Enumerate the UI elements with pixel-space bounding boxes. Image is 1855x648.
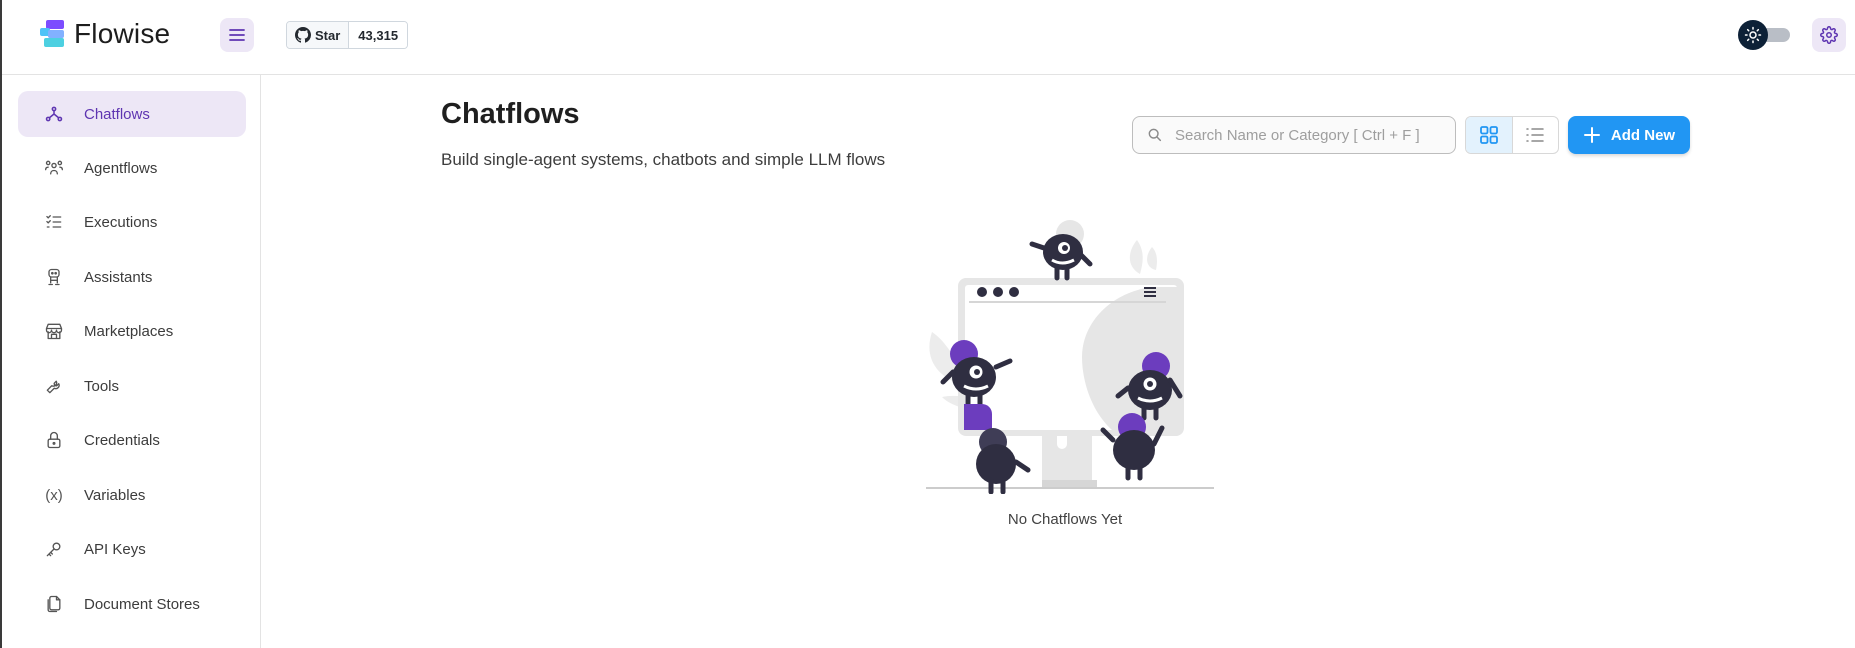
key-icon (42, 537, 66, 561)
sidebar-item-label: Marketplaces (84, 322, 174, 340)
add-new-label: Add New (1610, 126, 1676, 144)
sidebar-item-label: Credentials (84, 431, 160, 449)
files-icon (42, 592, 66, 616)
card-view-button[interactable] (1466, 117, 1513, 153)
flowise-logo-icon (40, 20, 64, 47)
dark-mode-switch[interactable] (1738, 20, 1794, 50)
sidebar-item-label: API Keys (84, 540, 146, 558)
sidebar-item-assistants[interactable]: Assistants (18, 254, 246, 300)
variable-glyph: (x) (45, 486, 63, 504)
sidebar-item-credentials[interactable]: Credentials (18, 417, 246, 463)
sidebar-item-label: Chatflows (84, 105, 150, 123)
wrench-icon (42, 374, 66, 398)
settings-button[interactable] (1812, 18, 1846, 52)
view-mode-toggle (1465, 116, 1559, 154)
sidebar-item-tools[interactable]: Tools (18, 363, 246, 409)
chatflow-icon (42, 102, 66, 126)
sidebar-item-label: Agentflows (84, 159, 158, 177)
list-view-button[interactable] (1513, 117, 1559, 153)
page-title: Chatflows (441, 98, 580, 130)
sidebar-item-chatflows[interactable]: Chatflows (18, 91, 246, 137)
search-input[interactable] (1173, 125, 1447, 145)
sidebar-item-agentflows[interactable]: Agentflows (18, 145, 246, 191)
sidebar-item-document-stores[interactable]: Document Stores (18, 581, 246, 627)
switch-thumb (1738, 20, 1768, 50)
github-icon (295, 27, 311, 43)
list-check-icon (42, 210, 66, 234)
gear-icon (1820, 26, 1838, 44)
sidebar-item-label: Document Stores (84, 595, 200, 613)
sidebar-item-marketplaces[interactable]: Marketplaces (18, 308, 246, 354)
hamburger-menu-icon (229, 29, 245, 41)
search-box (1132, 116, 1456, 154)
sidebar-item-label: Executions (84, 213, 158, 231)
sidebar-item-label: Variables (84, 486, 146, 504)
sun-icon (1744, 26, 1762, 44)
sidebar-item-api-keys[interactable]: API Keys (18, 526, 246, 572)
empty-state-illustration (926, 220, 1214, 494)
github-star-count[interactable]: 43,315 (349, 22, 408, 48)
list-view-icon (1526, 128, 1544, 142)
search-icon (1148, 128, 1162, 142)
app-header: Flowise Star 43,315 (2, 0, 1855, 75)
sidebar-item-executions[interactable]: Executions (18, 199, 246, 245)
app-logo[interactable]: Flowise (38, 18, 170, 50)
github-star-button[interactable]: Star (287, 22, 350, 48)
add-new-button[interactable]: Add New (1568, 116, 1690, 154)
sidebar-toggle-button[interactable] (220, 18, 254, 52)
empty-state-text: No Chatflows Yet (1007, 511, 1123, 528)
page-subtitle: Build single-agent systems, chatbots and… (441, 150, 886, 169)
users-group-icon (42, 156, 66, 180)
storefront-icon (42, 319, 66, 343)
plus-icon (1583, 127, 1600, 143)
github-star-label: Star (315, 27, 341, 43)
sidebar: Chatflows Agentflows Executions Assistan… (2, 75, 261, 648)
robot-icon (42, 265, 66, 289)
card-view-icon (1479, 126, 1498, 144)
sidebar-item-label: Tools (84, 377, 120, 395)
app-name: Flowise (74, 18, 171, 49)
github-star-widget: Star 43,315 (286, 21, 409, 49)
lock-icon (42, 428, 66, 452)
variable-icon: (x) (42, 483, 66, 507)
sidebar-item-label: Assistants (84, 268, 153, 286)
